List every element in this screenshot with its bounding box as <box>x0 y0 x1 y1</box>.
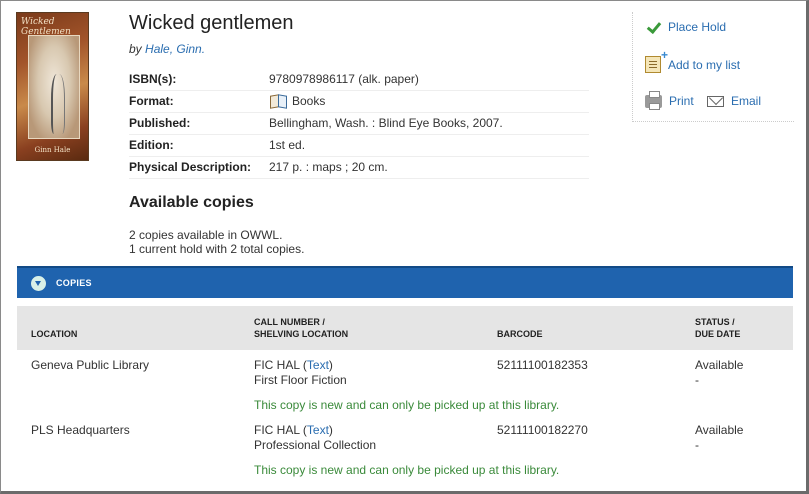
copy-note: This copy is new and can only be picked … <box>254 463 560 477</box>
due-date-value: - <box>695 373 699 387</box>
by-label: by <box>129 42 142 56</box>
column-header-status: STATUS / DUE DATE <box>695 316 740 340</box>
column-header-line: DUE DATE <box>695 329 741 339</box>
place-hold-button[interactable]: Place Hold <box>645 20 726 34</box>
add-to-list-label: Add to my list <box>668 57 741 72</box>
copy-call-number: FIC HAL (Text) Professional Collection <box>254 423 377 452</box>
cover-illustration <box>28 35 80 139</box>
shelving-location: First Floor Fiction <box>254 373 347 387</box>
column-header-location: LOCATION <box>31 329 78 339</box>
copies-label: COPIES <box>56 278 92 288</box>
details-label: Format: <box>129 90 269 113</box>
envelope-icon <box>707 95 724 107</box>
text-link[interactable]: Text <box>307 423 329 437</box>
collapse-toggle-icon[interactable] <box>31 275 46 291</box>
actions-panel: Place Hold Add to my list Print Email <box>632 12 794 122</box>
copy-status: Available - <box>695 358 743 388</box>
details-value: Bellingham, Wash. : Blind Eye Books, 200… <box>269 112 589 135</box>
book-cover-image: Wicked Gentlemen Ginn Hale <box>16 12 89 161</box>
call-number-value: FIC HAL <box>254 423 300 437</box>
status-value: Available <box>695 358 744 372</box>
availability-line: 1 current hold with 2 total copies. <box>129 242 305 256</box>
available-copies-heading: Available copies <box>129 194 254 211</box>
column-header-line: SHELVING LOCATION <box>254 329 349 339</box>
details-value-format: Books <box>269 90 589 113</box>
copy-note: This copy is new and can only be picked … <box>254 398 560 412</box>
add-to-list-button[interactable]: Add to my list <box>645 48 741 73</box>
availability-summary: 2 copies available in OWWL. 1 current ho… <box>129 228 304 256</box>
details-label: Published: <box>129 112 269 135</box>
copies-section-header[interactable]: COPIES <box>17 266 793 298</box>
details-value: 217 p. : maps ; 20 cm. <box>269 156 589 179</box>
details-table: ISBN(s): 9780978986117 (alk. paper) Form… <box>129 68 589 179</box>
column-header-line: CALL NUMBER / <box>254 317 325 327</box>
book-title: Wicked gentlemen <box>129 12 294 34</box>
call-number-value: FIC HAL <box>254 358 300 372</box>
due-date-value: - <box>695 438 699 452</box>
book-icon <box>269 94 287 108</box>
format-value: Books <box>292 94 326 108</box>
details-row-published: Published: Bellingham, Wash. : Blind Eye… <box>129 112 589 135</box>
place-hold-label: Place Hold <box>668 20 727 34</box>
availability-line: 2 copies available in OWWL. <box>129 228 283 242</box>
column-header-call-number: CALL NUMBER / SHELVING LOCATION <box>254 316 348 340</box>
status-value: Available <box>695 423 744 437</box>
details-value: 9780978986117 (alk. paper) <box>269 68 589 91</box>
email-button[interactable]: Email <box>707 94 761 108</box>
shelving-location: Professional Collection <box>254 438 377 452</box>
details-row-format: Format: Books <box>129 90 589 113</box>
details-label: ISBN(s): <box>129 68 269 91</box>
details-value: 1st ed. <box>269 134 589 157</box>
details-label: Physical Description: <box>129 156 269 179</box>
copy-location: PLS Headquarters <box>31 423 130 437</box>
author-link[interactable]: Hale, Ginn. <box>145 42 205 56</box>
copy-location: Geneva Public Library <box>31 358 150 372</box>
copy-call-number: FIC HAL (Text) First Floor Fiction <box>254 358 347 387</box>
details-row-edition: Edition: 1st ed. <box>129 134 589 157</box>
printer-icon <box>645 90 662 110</box>
details-label: Edition: <box>129 134 269 157</box>
copies-table-header: LOCATION CALL NUMBER / SHELVING LOCATION… <box>17 306 793 350</box>
copy-status: Available - <box>695 423 743 453</box>
text-link[interactable]: Text <box>307 358 329 372</box>
cover-title: Wicked Gentlemen <box>21 17 71 37</box>
copy-barcode: 52111100182353 <box>497 358 588 372</box>
add-to-list-icon <box>645 48 668 73</box>
column-header-barcode: BARCODE <box>497 329 543 339</box>
copy-barcode: 52111100182270 <box>497 423 588 437</box>
checkmark-icon <box>645 20 661 34</box>
print-label: Print <box>669 94 694 108</box>
details-row-isbn: ISBN(s): 9780978986117 (alk. paper) <box>129 68 589 91</box>
details-row-physical: Physical Description: 217 p. : maps ; 20… <box>129 156 589 179</box>
print-button[interactable]: Print <box>645 90 694 110</box>
column-header-line: STATUS / <box>695 317 735 327</box>
email-label: Email <box>731 94 762 108</box>
cover-author: Ginn Hale <box>34 146 71 154</box>
byline: by Hale, Ginn. <box>129 42 205 56</box>
